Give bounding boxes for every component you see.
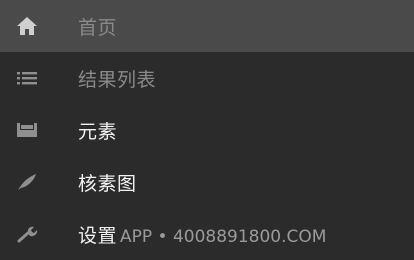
home-icon: [14, 13, 40, 39]
watermark-text: APP • 4008891800.COM: [120, 227, 327, 247]
menu-item-label: 设置: [78, 224, 118, 247]
tray-icon: [14, 117, 40, 143]
side-menu: 首页 结果列表 元素 核素图 设置 APP • 4008891800.COM: [0, 0, 414, 260]
list-icon: [14, 65, 40, 91]
feather-icon: [14, 169, 40, 195]
menu-item-results-list[interactable]: 结果列表: [0, 52, 414, 104]
menu-item-home[interactable]: 首页: [0, 0, 414, 52]
menu-item-label: 首页: [78, 16, 118, 39]
menu-item-label: 结果列表: [78, 68, 157, 91]
wrench-icon: [14, 221, 40, 247]
menu-item-label: 核素图: [78, 172, 137, 195]
menu-item-nuclide-map[interactable]: 核素图: [0, 156, 414, 208]
menu-item-label: 元素: [78, 120, 118, 143]
menu-item-elements[interactable]: 元素: [0, 104, 414, 156]
